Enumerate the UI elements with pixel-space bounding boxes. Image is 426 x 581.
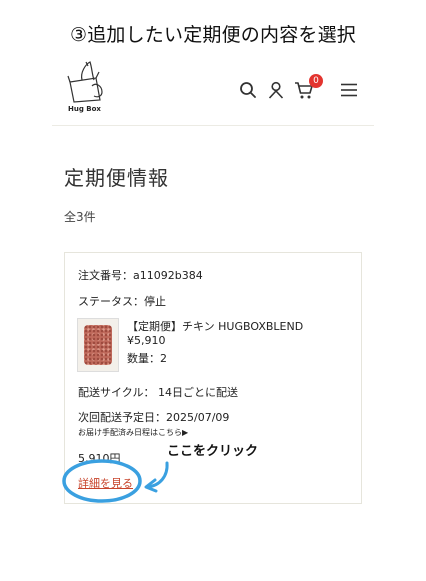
order-status: ステータス：停止 <box>78 295 166 308</box>
subscription-card: 注文番号：a11092b384 ステータス：停止 【定期便】チキン HUGBOX… <box>64 252 362 504</box>
click-here-annotation: ここをクリック <box>167 444 259 459</box>
view-details-link[interactable]: 詳細を見る <box>78 475 133 491</box>
product-quantity: 数量：2 <box>127 352 167 365</box>
cart-badge: 0 <box>309 74 323 88</box>
search-icon[interactable] <box>238 80 258 100</box>
site-header: Hug Box 0 <box>52 58 374 126</box>
schedule-link[interactable]: お届け手配済み日程はこちら▶ <box>78 427 188 438</box>
page-heading: 定期便情報 <box>64 166 169 190</box>
order-total: 5,910円 <box>78 452 121 465</box>
product-thumbnail <box>77 318 119 372</box>
user-icon[interactable] <box>266 80 286 100</box>
delivery-cycle: 配送サイクル： 14日ごとに配送 <box>78 386 238 399</box>
step-title: ③追加したい定期便の内容を選択 <box>69 24 357 46</box>
menu-icon[interactable] <box>339 80 359 100</box>
order-count: 全3件 <box>64 210 96 224</box>
order-number: 注文番号：a11092b384 <box>78 269 203 282</box>
product-price: ¥5,910 <box>127 334 166 347</box>
product-name: 【定期便】チキン HUGBOXBLEND <box>127 320 304 333</box>
logo-text: Hug Box <box>68 105 101 113</box>
logo[interactable]: Hug Box <box>66 58 106 118</box>
next-delivery-date: 次回配送予定日：2025/07/09 <box>78 411 230 424</box>
dog-box-logo-icon <box>67 61 103 103</box>
